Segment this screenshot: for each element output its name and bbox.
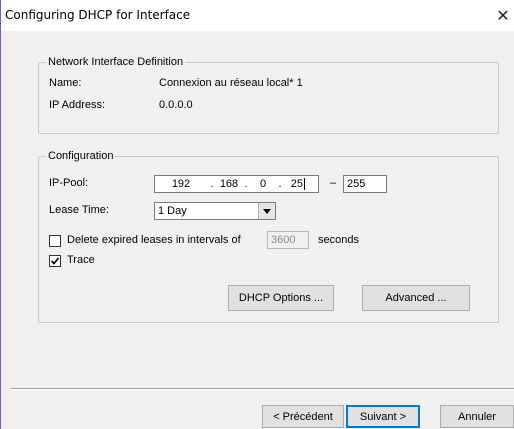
network-interface-legend: Network Interface Definition: [46, 56, 186, 68]
text-caret: [304, 178, 305, 190]
network-interface-group: Network Interface Definition Name: Conne…: [38, 56, 499, 134]
ip-address-value: 0.0.0.0: [159, 99, 193, 111]
footer-separator: [11, 388, 514, 390]
ip-pool-label: IP-Pool:: [49, 177, 89, 189]
configuration-legend: Configuration: [46, 150, 116, 162]
next-button[interactable]: Suivant >: [346, 405, 420, 428]
name-value: Connexion au réseau local* 1: [159, 77, 303, 89]
trace-checkbox[interactable]: [49, 255, 61, 267]
ip-octet-4: 25: [290, 178, 303, 190]
dialog-body: Network Interface Definition Name: Conne…: [1, 31, 514, 429]
ip-dot: .: [210, 178, 214, 190]
name-label: Name:: [49, 77, 82, 89]
dhcp-options-button[interactable]: DHCP Options ...: [228, 285, 334, 311]
back-button[interactable]: < Précédent: [262, 405, 344, 428]
cancel-button[interactable]: Annuler: [440, 405, 514, 428]
title-bar: Configuring DHCP for Interface ✕: [1, 0, 514, 31]
ip-octet-1: 192: [171, 178, 191, 190]
ip-dot: .: [244, 178, 248, 190]
checkmark-icon: [50, 257, 60, 265]
advanced-button[interactable]: Advanced ...: [362, 285, 470, 311]
ip-pool-start-input[interactable]: 192 . 168 . 0 . 25: [154, 175, 319, 193]
lease-time-label: Lease Time:: [49, 204, 109, 216]
lease-time-value: 1 Day: [158, 205, 187, 217]
ip-octet-3: 0: [259, 178, 267, 190]
delete-expired-label: Delete expired leases in intervals of: [67, 234, 241, 246]
range-dash: –: [330, 177, 337, 189]
lease-time-select[interactable]: 1 Day: [154, 202, 276, 220]
close-icon[interactable]: ✕: [491, 0, 514, 31]
trace-label: Trace: [67, 254, 95, 266]
ip-pool-end-input[interactable]: 255: [343, 175, 387, 193]
configuration-group: Configuration IP-Pool: 192 . 168 . 0 . 2…: [38, 150, 499, 323]
ip-address-label: IP Address:: [49, 99, 106, 111]
interval-unit-label: seconds: [318, 234, 359, 246]
interval-input[interactable]: 3600: [267, 231, 309, 249]
ip-octet-2: 168: [219, 178, 239, 190]
delete-expired-checkbox[interactable]: [49, 235, 61, 247]
ip-dot: .: [278, 178, 282, 190]
chevron-down-icon[interactable]: [258, 203, 275, 219]
dhcp-config-dialog: Configuring DHCP for Interface ✕ Network…: [0, 0, 514, 429]
dialog-title: Configuring DHCP for Interface: [5, 8, 191, 22]
